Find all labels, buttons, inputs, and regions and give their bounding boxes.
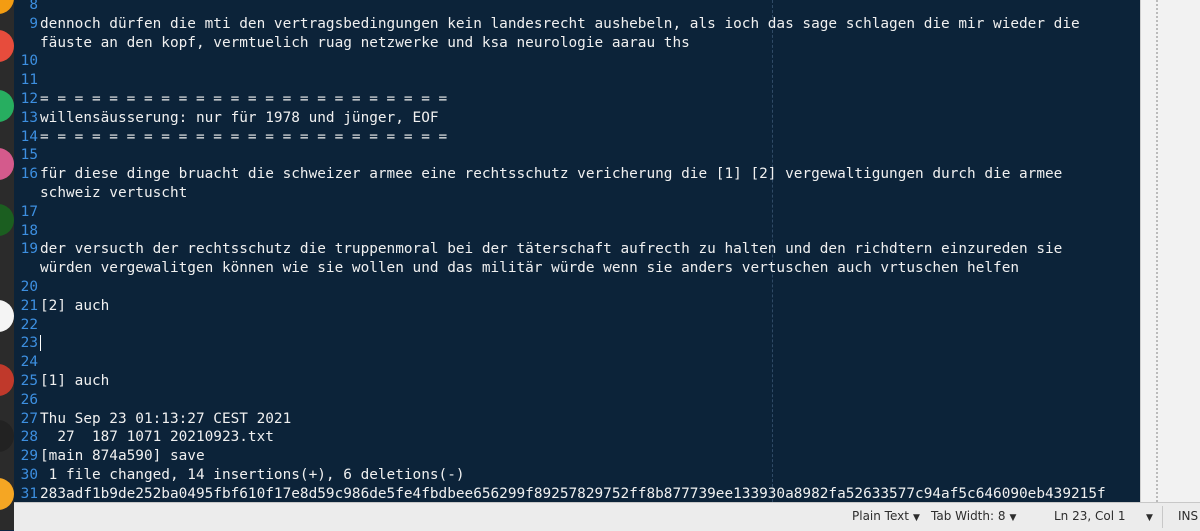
- editor-line[interactable]: 18: [14, 222, 1140, 241]
- line-number: 28: [20, 429, 38, 446]
- app-icon-circle[interactable]: [0, 204, 14, 236]
- app-icon-pink[interactable]: [0, 148, 14, 180]
- app-dock: [0, 0, 14, 530]
- line-number: 29: [20, 448, 38, 465]
- editor-line[interactable]: 10: [14, 52, 1140, 71]
- line-number: 26: [20, 391, 38, 408]
- editor-line[interactable]: fäuste an den kopf, vermtuelich ruag net…: [14, 34, 1140, 53]
- editor-line[interactable]: 15: [14, 146, 1140, 165]
- chevron-down-icon: ▼: [1009, 513, 1017, 523]
- editor-line[interactable]: 11: [14, 71, 1140, 90]
- line-number: 13: [20, 109, 38, 126]
- editor-line[interactable]: 31 283adf1b9de252ba0495fbf610f17e8d59c986…: [14, 485, 1140, 502]
- line-number: 8: [29, 0, 38, 13]
- tab-width-selector[interactable]: Tab Width: 8 ▼: [931, 509, 1016, 523]
- line-number: 31: [20, 485, 38, 502]
- line-number: 27: [20, 410, 38, 427]
- editor-line[interactable]: 13 willensäusserung: nur für 1978 und jün…: [14, 109, 1140, 128]
- app-icon-red-arrow[interactable]: [0, 364, 14, 396]
- line-text: Thu Sep 23 01:13:27 CEST 2021: [40, 410, 292, 427]
- language-label: Plain Text: [852, 509, 909, 523]
- line-number: 25: [20, 373, 38, 389]
- editor-line[interactable]: 22: [14, 316, 1140, 335]
- editor-line[interactable]: 25 [1] auch: [14, 372, 1140, 391]
- line-text: für diese dinge bruacht die schweizer ar…: [40, 166, 1063, 183]
- line-number: 20: [20, 279, 38, 295]
- line-text: würden vergewalitgen können wie sie woll…: [40, 260, 1020, 277]
- text-cursor: [40, 335, 41, 352]
- app-icon-dark[interactable]: [0, 420, 14, 452]
- line-number: 9: [29, 15, 38, 32]
- language-selector[interactable]: Plain Text ▼: [852, 509, 920, 523]
- app-icon-green[interactable]: [0, 90, 14, 122]
- chevron-down-icon: ▼: [1146, 513, 1153, 523]
- line-number: 22: [20, 316, 38, 333]
- line-number: 11: [20, 72, 38, 89]
- app-icon-orange[interactable]: [0, 0, 14, 14]
- line-number: 17: [20, 203, 38, 220]
- editor-line[interactable]: 30 1 file changed, 14 insertions(+), 6 d…: [14, 466, 1140, 485]
- app-icon-red[interactable]: [0, 30, 14, 62]
- editor-line[interactable]: 23: [14, 334, 1140, 353]
- line-text: dennoch dürfen die mti den vertragsbedin…: [40, 15, 1080, 32]
- line-number: 16: [20, 166, 38, 183]
- line-text: = = = = = = = = = = = = = = = = = = = = …: [40, 91, 448, 107]
- editor-line[interactable]: 29 [main 874a590] save: [14, 447, 1140, 466]
- line-text: schweiz vertuscht: [40, 185, 188, 201]
- editor-line[interactable]: würden vergewalitgen können wie sie woll…: [14, 259, 1140, 278]
- line-number: 14: [20, 128, 38, 145]
- line-number: 23: [20, 335, 38, 352]
- divider: [1162, 506, 1163, 528]
- line-text: willensäusserung: nur für 1978 und jünge…: [40, 109, 439, 126]
- text-editor[interactable]: 8 9 dennoch dürfen die mti den vertragsbed…: [14, 0, 1140, 502]
- editor-line[interactable]: 16 für diese dinge bruacht die schweizer …: [14, 165, 1140, 184]
- editor-line[interactable]: 28 27 187 1071 20210923.txt: [14, 428, 1140, 447]
- line-text: [main 874a590] save: [40, 448, 205, 465]
- editor-line[interactable]: 19 der versucth der rechtsschutz die trup…: [14, 240, 1140, 259]
- editor-line[interactable]: 24: [14, 353, 1140, 372]
- line-text: [1] auch: [40, 373, 110, 389]
- editor-line[interactable]: 20: [14, 278, 1140, 297]
- line-text: 283adf1b9de252ba0495fbf610f17e8d59c986de…: [40, 485, 1106, 502]
- editor-line[interactable]: 21 [2] auch: [14, 297, 1140, 316]
- editor-line[interactable]: 26: [14, 391, 1140, 410]
- line-text: fäuste an den kopf, vermtuelich ruag net…: [40, 34, 690, 51]
- line-number: 21: [20, 297, 38, 314]
- line-number: 30: [20, 467, 38, 483]
- line-number: 19: [20, 241, 38, 258]
- line-number: 15: [20, 147, 38, 164]
- line-text: = = = = = = = = = = = = = = = = = = = = …: [40, 128, 448, 145]
- scrollbar-track: [1156, 0, 1158, 502]
- editor-line[interactable]: schweiz vertuscht: [14, 184, 1140, 203]
- line-text: der versucth der rechtsschutz die truppe…: [40, 241, 1063, 258]
- app-icon-white[interactable]: [0, 300, 14, 332]
- editor-line[interactable]: 9 dennoch dürfen die mti den vertragsbedi…: [14, 15, 1140, 34]
- insert-mode: INS: [1178, 509, 1199, 523]
- status-bar: Plain Text ▼ Tab Width: 8 ▼ Ln 23, Col 1 ▼…: [14, 502, 1200, 531]
- tab-width-label: Tab Width: 8: [931, 509, 1006, 523]
- cursor-position: Ln 23, Col 1: [1054, 509, 1126, 523]
- editor-line[interactable]: 12 = = = = = = = = = = = = = = = = = = = …: [14, 90, 1140, 109]
- app-icon-orange-bottom[interactable]: [0, 478, 14, 510]
- vertical-scrollbar[interactable]: [1140, 0, 1200, 502]
- line-number: 12: [20, 91, 38, 107]
- options-menu[interactable]: ▼: [1142, 509, 1153, 523]
- line-text: 1 file changed, 14 insertions(+), 6 dele…: [40, 467, 465, 483]
- line-number: 18: [20, 222, 38, 239]
- editor-line[interactable]: 17: [14, 203, 1140, 222]
- editor-line[interactable]: 27 Thu Sep 23 01:13:27 CEST 2021: [14, 410, 1140, 429]
- editor-line[interactable]: 8: [14, 0, 1140, 15]
- line-text: [2] auch: [40, 297, 110, 314]
- chevron-down-icon: ▼: [912, 513, 920, 523]
- line-text: 27 187 1071 20210923.txt: [40, 429, 274, 446]
- line-number: 10: [20, 53, 38, 70]
- line-number: 24: [20, 354, 38, 371]
- editor-line[interactable]: 14 = = = = = = = = = = = = = = = = = = = …: [14, 128, 1140, 147]
